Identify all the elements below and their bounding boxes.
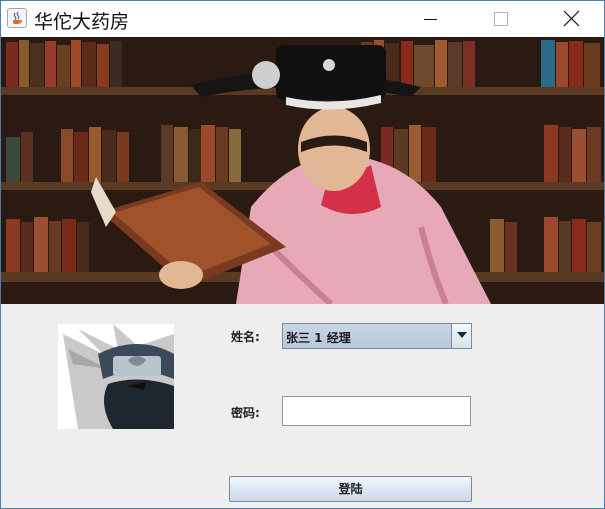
minimize-icon bbox=[424, 19, 437, 20]
java-cup-icon bbox=[7, 8, 27, 28]
name-label: 姓名: bbox=[231, 330, 260, 344]
maximize-icon bbox=[494, 12, 508, 26]
close-icon bbox=[563, 10, 580, 27]
password-label: 密码: bbox=[231, 406, 260, 420]
login-button[interactable]: 登陆 bbox=[229, 476, 472, 502]
chevron-down-icon bbox=[457, 332, 467, 338]
password-field[interactable] bbox=[282, 396, 471, 426]
login-panel: 姓名: 张三 1 经理 密码: 登陆 bbox=[1, 304, 604, 508]
avatar bbox=[58, 324, 174, 429]
login-window: 华佗大药房 姓名: 张三 1 经理 密码: 登陆 bbox=[0, 0, 605, 509]
dropdown-button[interactable] bbox=[451, 324, 471, 348]
banner-image bbox=[1, 37, 604, 304]
close-button[interactable] bbox=[548, 1, 594, 37]
name-select-value: 张三 1 经理 bbox=[286, 331, 351, 345]
title-bar[interactable]: 华佗大药房 bbox=[1, 1, 604, 37]
name-select[interactable]: 张三 1 经理 bbox=[282, 323, 472, 349]
minimize-button[interactable] bbox=[407, 1, 453, 37]
maximize-button[interactable] bbox=[478, 1, 524, 37]
window-title: 华佗大药房 bbox=[34, 11, 130, 33]
